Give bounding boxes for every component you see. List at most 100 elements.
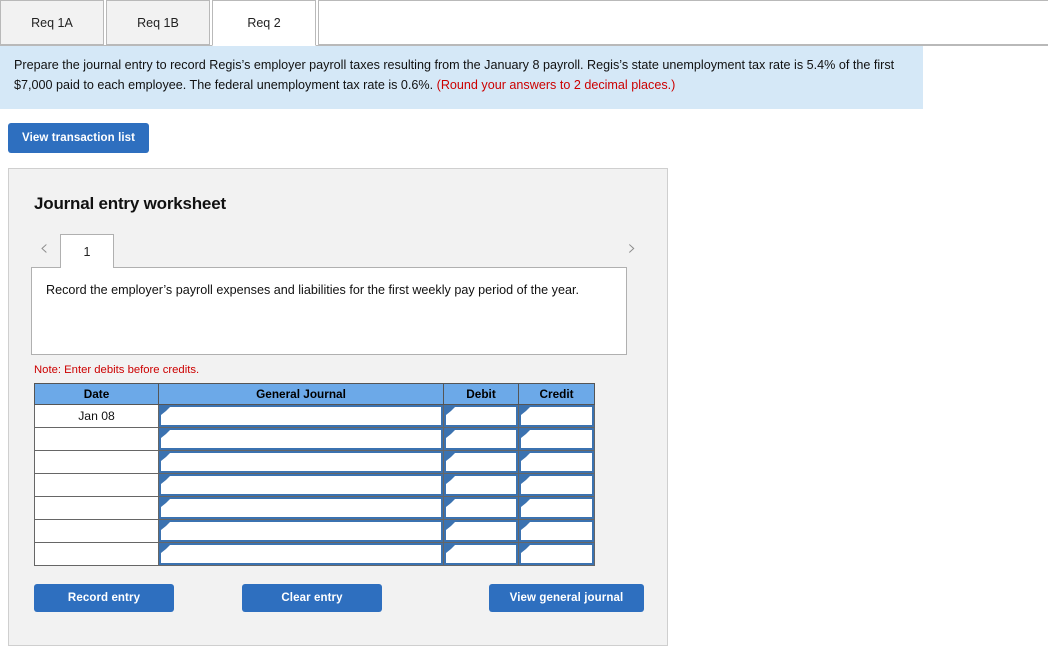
cell-debit-input[interactable] — [446, 522, 516, 541]
cell-credit-input[interactable] — [521, 453, 592, 472]
cell-date — [34, 542, 159, 567]
cell-general-journal-input[interactable] — [161, 499, 441, 518]
debits-before-credits-note: Note: Enter debits before credits. — [34, 364, 200, 377]
cell-credit-box — [519, 428, 594, 451]
cell-debit-input[interactable] — [446, 499, 516, 518]
cell-general-journal — [158, 519, 444, 544]
cell-debit-input[interactable] — [446, 545, 516, 564]
column-header-date: Date — [34, 383, 159, 406]
cell-debit-box — [444, 405, 518, 428]
worksheet-title: Journal entry worksheet — [34, 194, 226, 214]
cell-debit-box — [444, 520, 518, 543]
tab-req-2[interactable]: Req 2 — [212, 0, 316, 46]
clear-entry-button[interactable]: Clear entry — [242, 584, 382, 613]
tab-req-1b[interactable]: Req 1B — [106, 0, 210, 45]
cell-general-journal-input[interactable] — [161, 407, 441, 426]
cell-debit — [443, 542, 519, 567]
cell-debit-input[interactable] — [446, 407, 516, 426]
tab-strip: Req 1A Req 1B Req 2 — [0, 0, 1048, 46]
view-general-journal-button[interactable]: View general journal — [489, 584, 644, 613]
cell-general-journal — [158, 542, 444, 567]
tab-label: Req 1B — [137, 15, 179, 30]
cell-credit — [518, 542, 595, 567]
cell-general-journal-box — [159, 428, 443, 451]
cell-credit-box — [519, 497, 594, 520]
cell-credit-box — [519, 405, 594, 428]
cell-debit-box — [444, 497, 518, 520]
cell-debit-box — [444, 451, 518, 474]
cell-credit-input[interactable] — [521, 476, 592, 495]
cell-general-journal-input[interactable] — [161, 430, 441, 449]
cell-general-journal-box — [159, 543, 443, 566]
page-number: 1 — [83, 244, 91, 259]
rounding-hint: (Round your answers to 2 decimal places.… — [436, 77, 676, 92]
cell-credit — [518, 427, 595, 452]
cell-general-journal-box — [159, 451, 443, 474]
cell-credit — [518, 450, 595, 475]
column-header-general-journal: General Journal — [158, 383, 444, 406]
tab-strip-filler — [318, 0, 1048, 45]
cell-credit-input[interactable] — [521, 545, 592, 564]
cell-credit — [518, 496, 595, 521]
record-entry-button[interactable]: Record entry — [34, 584, 174, 613]
cell-general-journal — [158, 404, 444, 429]
cell-credit-box — [519, 451, 594, 474]
worksheet-description: Record the employer’s payroll expenses a… — [46, 283, 579, 298]
cell-debit-input[interactable] — [446, 453, 516, 472]
table-row — [34, 473, 595, 498]
worksheet-description-box: Record the employer’s payroll expenses a… — [31, 267, 627, 356]
cell-debit-box — [444, 543, 518, 566]
tab-label: Req 2 — [247, 16, 281, 30]
column-header-debit: Debit — [443, 383, 519, 406]
journal-table-body: Jan 08 — [34, 404, 595, 567]
journal-entry-table: Date General Journal Debit Credit Jan 08 — [34, 383, 595, 567]
table-row — [34, 542, 595, 567]
table-row — [34, 519, 595, 544]
cell-general-journal-box — [159, 497, 443, 520]
cell-general-journal-input[interactable] — [161, 545, 441, 564]
cell-date — [34, 450, 159, 475]
cell-debit — [443, 519, 519, 544]
cell-debit — [443, 473, 519, 498]
table-row — [34, 427, 595, 452]
view-transaction-list-button[interactable]: View transaction list — [8, 123, 150, 154]
cell-general-journal-box — [159, 405, 443, 428]
cell-debit — [443, 450, 519, 475]
instruction-banner: Prepare the journal entry to record Regi… — [0, 46, 923, 110]
cell-credit-input[interactable] — [521, 499, 592, 518]
table-header-row: Date General Journal Debit Credit — [34, 383, 595, 406]
chevron-right-icon[interactable]: › — [619, 238, 645, 268]
cell-general-journal-input[interactable] — [161, 476, 441, 495]
table-row — [34, 496, 595, 521]
cell-date — [34, 496, 159, 521]
cell-credit-box — [519, 474, 594, 497]
cell-credit-input[interactable] — [521, 407, 592, 426]
cell-credit — [518, 473, 595, 498]
cell-credit-box — [519, 520, 594, 543]
cell-general-journal-input[interactable] — [161, 522, 441, 541]
cell-general-journal-box — [159, 474, 443, 497]
tab-req-1a[interactable]: Req 1A — [0, 0, 104, 45]
cell-debit-input[interactable] — [446, 430, 516, 449]
cell-credit — [518, 404, 595, 429]
cell-general-journal-input[interactable] — [161, 453, 441, 472]
cell-general-journal — [158, 473, 444, 498]
cell-debit — [443, 427, 519, 452]
cell-date — [34, 519, 159, 544]
tab-label: Req 1A — [31, 15, 73, 30]
journal-entry-worksheet-panel: Journal entry worksheet ‹ 1 › Record the… — [8, 168, 668, 647]
cell-date — [34, 473, 159, 498]
cell-credit-input[interactable] — [521, 430, 592, 449]
cell-date: Jan 08 — [34, 404, 159, 429]
cell-debit-box — [444, 428, 518, 451]
cell-date — [34, 427, 159, 452]
cell-credit-input[interactable] — [521, 522, 592, 541]
cell-general-journal — [158, 427, 444, 452]
worksheet-page-tab-1[interactable]: 1 — [60, 234, 114, 269]
cell-credit — [518, 519, 595, 544]
cell-debit-input[interactable] — [446, 476, 516, 495]
chevron-left-icon[interactable]: ‹ — [31, 238, 57, 268]
cell-general-journal-box — [159, 520, 443, 543]
column-header-credit: Credit — [518, 383, 595, 406]
worksheet-footer-buttons: Record entry Clear entry View general jo… — [34, 584, 644, 613]
